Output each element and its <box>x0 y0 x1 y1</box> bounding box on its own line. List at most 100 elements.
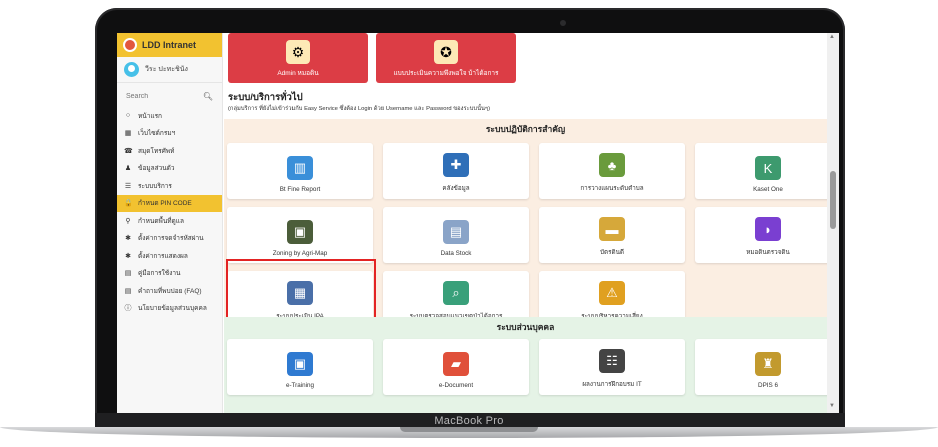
kaset-icon: K <box>755 156 781 180</box>
camera <box>560 20 566 26</box>
service-card[interactable]: ♜ DPIS 6 <box>695 339 827 395</box>
list-icon: ☰ <box>124 182 132 190</box>
service-card-label: หมอดินตรวจดิน <box>746 249 790 256</box>
sidebar-item-label: คู่มือการใช้งาน <box>138 270 181 278</box>
scrollbar[interactable]: ▲ ▼ <box>827 33 839 413</box>
group-title: ระบบส่วนบุคคล <box>496 322 555 332</box>
circle-icon: ○ <box>125 112 131 120</box>
sidebar-item[interactable]: ✱ ตั้งค่าการแสดงผล <box>117 247 222 265</box>
sidebar-item-label: สมุดโทรศัพท์ <box>138 147 175 155</box>
service-card[interactable]: ▣ e-Training <box>227 339 373 395</box>
sidebar-item[interactable]: ○ หน้าแรก <box>117 107 222 125</box>
sidebar-item-label: ข้อมูลส่วนตัว <box>138 165 175 173</box>
screen: LDD Intranet วีระ ปะทะชินัง 🔍︎ ○ หน้าแรก ▦… <box>117 33 839 413</box>
sidebar-item-label: หน้าแรก <box>138 112 162 120</box>
service-card[interactable]: ☷ ผลงานการฝึกอบรม IT <box>539 339 685 395</box>
map-icon: ▣ <box>287 220 313 244</box>
service-card-label: Data Stock <box>440 250 472 257</box>
card-icon: ▬ <box>599 217 625 241</box>
search-icon[interactable]: 🔍︎ <box>203 92 213 101</box>
service-card[interactable]: ▥ Bt Fine Report <box>227 143 373 199</box>
sidebar-item[interactable]: ▤ คู่มือการใช้งาน <box>117 265 222 283</box>
sidebar-item-label: กำหนด PIN CODE <box>138 200 192 208</box>
highlight-box <box>226 259 376 320</box>
brand-name: LDD Intranet <box>142 40 196 50</box>
sidebar-item-label: กำหนดพื้นที่ดูแล <box>138 217 184 225</box>
service-card-label: คลังข้อมูล <box>442 185 470 192</box>
section-subtitle: (กลุ่มบริการ ที่ยังไม่เข้าร่วมกับ Easy S… <box>228 106 491 112</box>
service-card[interactable]: ✚ คลังข้อมูล <box>383 143 529 199</box>
service-card[interactable]: K Kaset One <box>695 143 827 199</box>
sidebar-item-label: เว็บไซต์กรมฯ <box>138 130 176 138</box>
scroll-up-icon[interactable]: ▲ <box>829 34 835 40</box>
website-icon: ▦ <box>124 130 132 138</box>
service-card-label: e-Training <box>285 382 315 389</box>
device-label: MacBook Pro <box>434 415 504 427</box>
sidebar-item-label: ตั้งค่าการจดจำรหัสผ่าน <box>138 235 204 243</box>
training-icon: ▣ <box>287 352 313 376</box>
admin-card[interactable]: ⚙ Admin หมอดิน <box>228 33 368 83</box>
laptop-mockup: LDD Intranet วีระ ปะทะชินัง 🔍︎ ○ หน้าแรก ▦… <box>0 0 938 447</box>
service-card-label: การวางแผนระดับตำบล <box>580 185 644 192</box>
gear-icon: ✱ <box>125 252 131 260</box>
service-card[interactable]: ▬ บัตรดินดี <box>539 207 685 263</box>
magnify-icon: ⌕ <box>443 281 469 305</box>
sidebar-item[interactable]: ☰ ระบบบริการ <box>117 177 222 195</box>
sidebar-item[interactable]: ☎ สมุดโทรศัพท์ <box>117 142 222 160</box>
sidebar-item[interactable]: ♟ ข้อมูลส่วนตัว <box>117 160 222 178</box>
service-card-label: DPIS 6 <box>758 382 778 389</box>
phone-icon: ☎ <box>124 147 133 155</box>
admin-card-label: Admin หมอดิน <box>277 70 319 77</box>
service-card[interactable]: ▰ e-Document <box>383 339 529 395</box>
sidebar-item-label: นโยบายข้อมูลส่วนบุคคล <box>138 305 207 313</box>
avatar <box>124 62 139 77</box>
user-name: วีระ ปะทะชินัง <box>145 66 188 73</box>
service-card[interactable]: ◗ หมอดินตรวจดิน <box>695 207 827 263</box>
service-card-label: e-Document <box>438 382 474 389</box>
sidebar-item-label: ตั้งค่าการแสดงผล <box>138 252 188 260</box>
sidebar: LDD Intranet วีระ ปะทะชินัง 🔍︎ ○ หน้าแรก ▦… <box>117 33 223 413</box>
opening-notch <box>400 427 538 432</box>
scroll-thumb[interactable] <box>830 171 836 229</box>
soil-icon: ◗ <box>755 217 781 241</box>
info-icon: ⓘ <box>124 305 132 313</box>
sidebar-item[interactable]: ⚲ กำหนดพื้นที่ดูแล <box>117 212 222 230</box>
service-card[interactable]: ▣ Zoning by Agri-Map <box>227 207 373 263</box>
sidebar-item[interactable]: ⓘ นโยบายข้อมูลส่วนบุคคล <box>117 300 222 318</box>
document-icon: ▤ <box>443 220 469 244</box>
laptop-base: MacBook Pro <box>0 413 938 443</box>
brand[interactable]: LDD Intranet <box>117 33 222 57</box>
logo-icon <box>123 38 137 52</box>
service-card-label: Kaset One <box>753 186 783 193</box>
search-input[interactable] <box>126 92 196 100</box>
service-card-label: บัตรดินดี <box>600 249 624 256</box>
book-icon: ▤ <box>124 270 132 278</box>
sidebar-item[interactable]: ▦ เว็บไซต์กรมฯ <box>117 125 222 143</box>
scroll-down-icon[interactable]: ▼ <box>829 403 835 409</box>
top-cards: ⚙ Admin หมอดิน ✪ แบบประเมินความพึงพอใจ บ… <box>228 33 516 83</box>
personal-systems-group: ระบบส่วนบุคคล ▣ e-Training ▰ e-Document ☷ ผลง… <box>224 317 827 413</box>
report-icon: ▥ <box>287 156 313 180</box>
user-icon: ♟ <box>124 165 132 173</box>
survey-card[interactable]: ✪ แบบประเมินความพึงพอใจ บ้าได้อการ <box>376 33 516 83</box>
plant-icon: ♣ <box>599 153 625 177</box>
emblem-icon: ✪ <box>434 40 458 64</box>
risk-icon: ⚠ <box>599 281 625 305</box>
sidebar-item[interactable]: ▤ คำถามที่พบบ่อย (FAQ) <box>117 282 222 300</box>
sidebar-item-label: คำถามที่พบบ่อย (FAQ) <box>138 287 202 295</box>
sidebar-item-label: ระบบบริการ <box>138 182 172 190</box>
survey-card-label: แบบประเมินความพึงพอใจ บ้าได้อการ <box>393 70 499 77</box>
sidebar-item[interactable]: ✱ ตั้งค่าการจดจำรหัสผ่าน <box>117 230 222 248</box>
group-title: ระบบปฏิบัติการสำคัญ <box>485 124 566 134</box>
service-card[interactable]: ▤ Data Stock <box>383 207 529 263</box>
dpis-icon: ♜ <box>755 352 781 376</box>
service-card[interactable]: ♣ การวางแผนระดับตำบล <box>539 143 685 199</box>
service-card-label: ผลงานการฝึกอบรม IT <box>582 381 642 388</box>
user-panel[interactable]: วีระ ปะทะชินัง <box>117 57 222 83</box>
main-content: ⚙ Admin หมอดิน ✪ แบบประเมินความพึงพอใจ บ… <box>224 33 827 413</box>
database-icon: ✚ <box>443 153 469 177</box>
sidebar-item[interactable]: 🔒 กำหนด PIN CODE <box>117 194 222 212</box>
service-card-label: Bt Fine Report <box>279 186 321 193</box>
admin-icon: ⚙ <box>286 40 310 64</box>
search-box: 🔍︎ <box>122 89 217 103</box>
